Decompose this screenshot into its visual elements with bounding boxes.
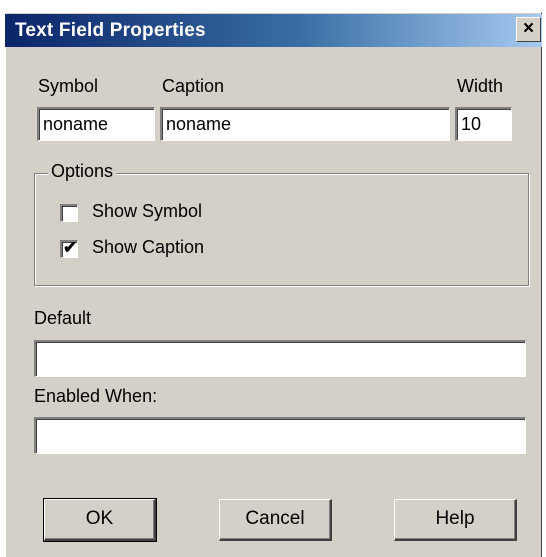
ok-button[interactable]: OK (43, 498, 157, 542)
width-label: Width (457, 76, 504, 96)
close-button[interactable]: × (516, 17, 541, 42)
enabled-when-label: Enabled When: (34, 386, 158, 406)
close-icon: × (522, 18, 535, 39)
show-symbol-label[interactable]: Show Symbol (92, 201, 202, 222)
default-label: Default (34, 308, 92, 328)
show-symbol-checkbox[interactable] (60, 204, 78, 222)
width-input[interactable] (455, 107, 512, 141)
default-input[interactable] (34, 340, 526, 377)
show-caption-label[interactable]: Show Caption (92, 237, 204, 258)
help-button[interactable]: Help (394, 499, 517, 541)
caption-input[interactable] (160, 107, 450, 141)
caption-label: Caption (162, 76, 225, 96)
options-group-label: Options (48, 161, 117, 182)
title-bar[interactable]: Text Field Properties × (5, 14, 542, 47)
symbol-label: Symbol (38, 76, 99, 96)
symbol-input[interactable] (37, 107, 155, 141)
enabled-when-input[interactable] (34, 417, 526, 454)
checkmark-icon: ✔ (63, 238, 78, 257)
show-caption-checkbox[interactable]: ✔ (60, 238, 78, 258)
options-group (34, 173, 529, 286)
dialog-title: Text Field Properties (15, 20, 206, 41)
cancel-button[interactable]: Cancel (219, 499, 332, 541)
